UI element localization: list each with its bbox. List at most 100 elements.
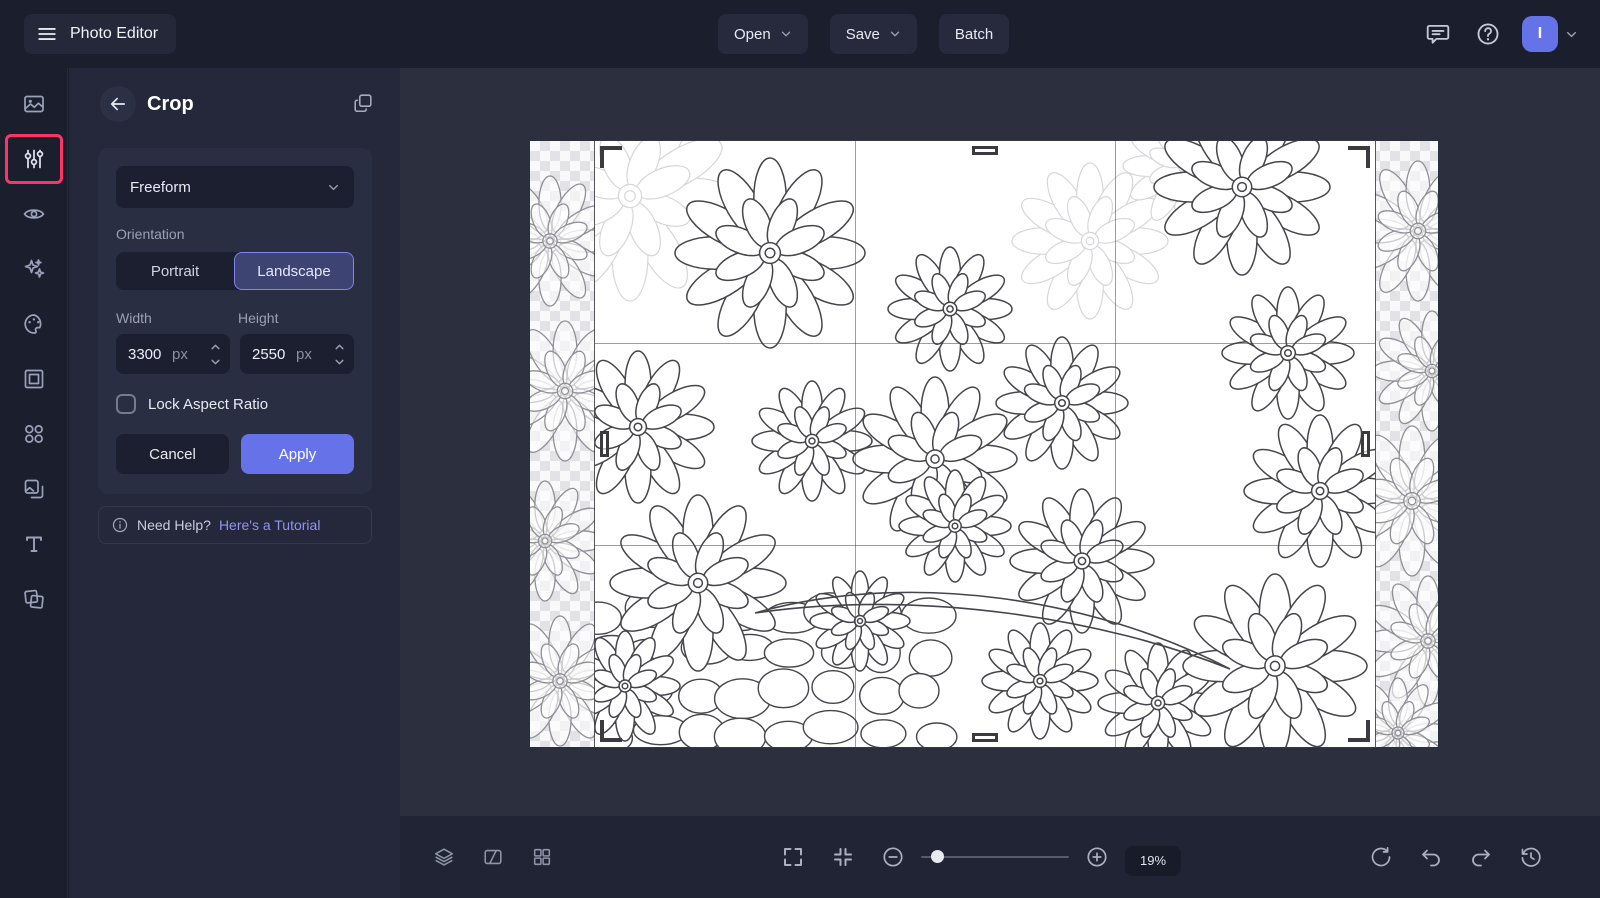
help-button[interactable] xyxy=(1472,18,1504,50)
graphics-icon xyxy=(24,479,43,499)
zoom-controls: 19% xyxy=(771,835,1181,879)
sidebar-item-textures[interactable] xyxy=(10,577,58,621)
main-menu-button[interactable]: Photo Editor xyxy=(24,14,177,54)
sidebar-item-touchup[interactable] xyxy=(10,192,58,236)
crop-handle-top[interactable] xyxy=(972,146,998,155)
help-icon xyxy=(1477,23,1499,45)
chevron-down-icon xyxy=(334,359,344,364)
crop-gridline-horizontal xyxy=(595,342,1375,344)
crop-handle-left[interactable] xyxy=(600,431,609,457)
width-input[interactable] xyxy=(128,345,172,363)
layers-icon xyxy=(434,848,454,866)
batch-button[interactable]: Batch xyxy=(938,14,1010,54)
landscape-button[interactable]: Landscape xyxy=(234,252,354,290)
canvas-area[interactable]: 19% xyxy=(400,68,1600,898)
crop-handle-bottom-right[interactable] xyxy=(1348,720,1370,742)
sliders-icon xyxy=(24,149,43,169)
account-menu[interactable]: I xyxy=(1522,16,1578,52)
crop-panel: Crop Freeform Orientation Portrait Lands… xyxy=(69,68,400,898)
lock-aspect-label: Lock Aspect Ratio xyxy=(148,395,269,413)
photo-editor-app: Photo Editor Open Save Batch I Crop Free… xyxy=(0,0,1600,898)
compare-button[interactable] xyxy=(473,835,513,879)
canvas-image[interactable] xyxy=(530,140,1438,748)
sidebar-item-edit[interactable] xyxy=(4,134,63,184)
cancel-button[interactable]: Cancel xyxy=(116,434,229,474)
sidebar-item-overlays[interactable] xyxy=(10,412,58,456)
lock-aspect-ratio-row[interactable]: Lock Aspect Ratio xyxy=(116,394,354,414)
width-step-down-button[interactable] xyxy=(207,355,223,368)
sidebar-item-artsy[interactable] xyxy=(10,302,58,346)
topbar-actions: Open Save Batch xyxy=(718,14,1010,54)
crop-box[interactable] xyxy=(594,140,1376,748)
orientation-toggle: Portrait Landscape xyxy=(116,252,354,290)
width-field[interactable]: px xyxy=(116,334,230,374)
height-input[interactable] xyxy=(252,345,296,363)
chevron-down-icon xyxy=(329,184,338,190)
info-icon xyxy=(112,517,128,533)
sidebar-item-photo[interactable] xyxy=(10,82,58,126)
sidebar-item-text[interactable] xyxy=(10,522,58,566)
apply-button[interactable]: Apply xyxy=(241,434,354,474)
sidebar-item-frames[interactable] xyxy=(10,357,58,401)
crop-handle-top-right[interactable] xyxy=(1348,146,1370,168)
avatar[interactable]: I xyxy=(1522,16,1558,52)
crop-handle-top-left[interactable] xyxy=(600,146,622,168)
undo-button[interactable] xyxy=(1409,835,1453,879)
crop-gridline-vertical xyxy=(854,141,856,747)
chevron-up-icon xyxy=(334,344,344,349)
height-step-up-button[interactable] xyxy=(331,340,347,353)
fullscreen-button[interactable] xyxy=(771,835,815,879)
shapes-icon xyxy=(24,425,43,443)
orientation-label: Orientation xyxy=(116,226,185,242)
aspect-ratio-value: Freeform xyxy=(130,178,191,196)
save-button[interactable]: Save xyxy=(829,14,917,54)
fit-screen-button[interactable] xyxy=(821,835,865,879)
chevron-down-icon xyxy=(1567,31,1576,37)
sidebar-item-effects[interactable] xyxy=(10,247,58,291)
crop-settings-card: Freeform Orientation Portrait Landscape … xyxy=(98,148,372,494)
dimension-labels: Width Height xyxy=(116,310,354,326)
aspect-ratio-select[interactable]: Freeform xyxy=(116,166,354,208)
portrait-button[interactable]: Portrait xyxy=(116,252,234,290)
layers-button[interactable] xyxy=(424,835,464,879)
zoom-slider[interactable] xyxy=(921,835,1069,879)
help-card: Need Help? Here's a Tutorial xyxy=(98,506,372,544)
back-button[interactable] xyxy=(100,86,136,122)
crop-handle-bottom-left[interactable] xyxy=(600,720,622,742)
zoom-slider-thumb[interactable] xyxy=(931,850,944,863)
undo-icon xyxy=(1422,849,1440,867)
width-step-up-button[interactable] xyxy=(207,340,223,353)
feedback-button[interactable] xyxy=(1422,18,1454,50)
crop-handle-right[interactable] xyxy=(1361,431,1370,457)
dimension-inputs: px px xyxy=(116,334,354,374)
height-field[interactable]: px xyxy=(240,334,354,374)
eye-icon xyxy=(23,209,44,219)
crop-actions: Cancel Apply xyxy=(116,434,354,474)
history-button[interactable] xyxy=(1509,835,1553,879)
hamburger-icon xyxy=(38,28,56,40)
height-step-down-button[interactable] xyxy=(331,355,347,368)
tutorial-link[interactable]: Here's a Tutorial xyxy=(219,517,321,533)
panel-title: Crop xyxy=(147,93,194,115)
topbar-right: I xyxy=(1422,16,1578,52)
lock-aspect-checkbox[interactable] xyxy=(116,394,136,414)
grid-view-button[interactable] xyxy=(522,835,562,879)
zoom-out-button[interactable] xyxy=(871,835,915,879)
open-button[interactable]: Open xyxy=(718,14,808,54)
text-icon xyxy=(25,536,42,552)
reset-button[interactable] xyxy=(1359,835,1403,879)
duplicate-button[interactable] xyxy=(352,92,374,114)
zoom-out-icon xyxy=(883,847,903,867)
zoom-level[interactable]: 19% xyxy=(1125,845,1181,876)
fit-screen-icon xyxy=(834,848,852,866)
redo-button[interactable] xyxy=(1459,835,1503,879)
grid-icon xyxy=(533,848,551,866)
zoom-in-button[interactable] xyxy=(1075,835,1119,879)
crop-gridline-horizontal xyxy=(595,544,1375,546)
app-title: Photo Editor xyxy=(70,25,159,42)
chevron-down-icon xyxy=(781,31,790,37)
sidebar-item-graphics[interactable] xyxy=(10,467,58,511)
crop-handle-bottom[interactable] xyxy=(972,733,998,742)
duplicate-icon xyxy=(354,94,372,113)
width-unit: px xyxy=(172,345,188,363)
